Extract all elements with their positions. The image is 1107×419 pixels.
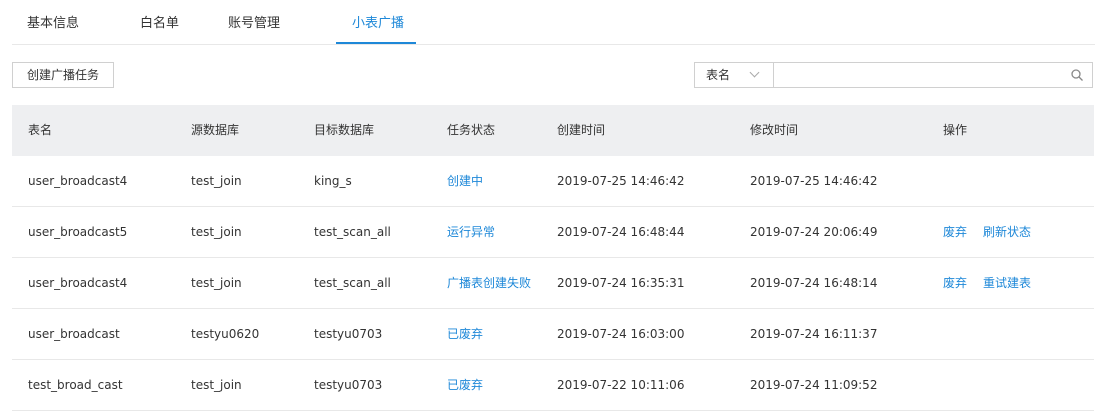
tab-account-management[interactable]: 账号管理 xyxy=(228,0,280,44)
cell-created-time: 2019-07-24 16:48:44 xyxy=(557,225,685,239)
cell-table-name: user_broadcast xyxy=(28,327,120,341)
cell-source-db: testyu0620 xyxy=(191,327,260,341)
create-broadcast-task-button[interactable]: 创建广播任务 xyxy=(12,62,114,88)
cell-modified-time: 2019-07-24 16:48:14 xyxy=(750,276,878,290)
cell-target-db: king_s xyxy=(314,174,352,188)
table-header: 表名 源数据库 目标数据库 任务状态 创建时间 修改时间 操作 xyxy=(12,105,1094,156)
cell-modified-time: 2019-07-25 14:46:42 xyxy=(750,174,878,188)
tab-basic-info[interactable]: 基本信息 xyxy=(27,0,79,44)
cell-task-status: 已废弃 xyxy=(447,327,484,341)
column-header-modified-time: 修改时间 xyxy=(750,123,799,137)
cell-target-db: testyu0703 xyxy=(314,378,383,392)
cell-created-time: 2019-07-22 10:11:06 xyxy=(557,378,685,392)
cell-task-status: 创建中 xyxy=(447,174,484,188)
cell-source-db: test_join xyxy=(191,276,242,290)
cell-created-time: 2019-07-24 16:03:00 xyxy=(557,327,685,341)
cell-source-db: test_join xyxy=(191,174,242,188)
tab-whitelist[interactable]: 白名单 xyxy=(140,0,179,44)
discard-link[interactable]: 废弃 xyxy=(943,258,967,309)
column-header-target-db: 目标数据库 xyxy=(314,123,375,137)
search-input[interactable] xyxy=(775,63,1055,87)
refresh-status-link[interactable]: 刷新状态 xyxy=(983,207,1031,258)
cell-target-db: test_scan_all xyxy=(314,225,391,239)
table-row: user_broadcast4 test_join king_s 创建中 201… xyxy=(12,156,1094,207)
search-icon[interactable] xyxy=(1070,68,1084,82)
cell-table-name: user_broadcast4 xyxy=(28,276,128,290)
cell-task-status: 已废弃 xyxy=(447,378,484,392)
table-row: user_broadcast4 test_join test_scan_all … xyxy=(12,258,1094,309)
search-field-select[interactable]: 表名 xyxy=(695,63,774,87)
cell-source-db: test_join xyxy=(191,378,242,392)
active-tab-indicator xyxy=(336,42,416,44)
tab-small-table-broadcast[interactable]: 小表广播 xyxy=(352,0,404,44)
table-row: user_broadcast5 test_join test_scan_all … xyxy=(12,207,1094,258)
chevron-down-icon xyxy=(749,67,760,78)
column-header-source-db: 源数据库 xyxy=(191,123,240,137)
column-header-actions: 操作 xyxy=(943,123,968,137)
cell-modified-time: 2019-07-24 16:11:37 xyxy=(750,327,878,341)
search-field-label: 表名 xyxy=(706,68,731,82)
table-row: test_broad_cast test_join testyu0703 已废弃… xyxy=(12,360,1094,411)
cell-task-status: 广播表创建失败 xyxy=(447,276,532,290)
column-header-created-time: 创建时间 xyxy=(557,123,606,137)
table-row: user_broadcast testyu0620 testyu0703 已废弃… xyxy=(12,309,1094,360)
cell-task-status: 运行异常 xyxy=(447,225,496,239)
retry-create-table-link[interactable]: 重试建表 xyxy=(983,258,1031,309)
cell-created-time: 2019-07-25 14:46:42 xyxy=(557,174,685,188)
cell-created-time: 2019-07-24 16:35:31 xyxy=(557,276,685,290)
cell-table-name: user_broadcast5 xyxy=(28,225,128,239)
cell-target-db: test_scan_all xyxy=(314,276,391,290)
cell-source-db: test_join xyxy=(191,225,242,239)
cell-modified-time: 2019-07-24 11:09:52 xyxy=(750,378,878,392)
discard-link[interactable]: 废弃 xyxy=(943,207,967,258)
cell-table-name: test_broad_cast xyxy=(28,378,123,392)
column-header-task-status: 任务状态 xyxy=(447,123,496,137)
search-bar: 表名 xyxy=(694,62,1093,88)
tab-bar: 基本信息 白名单 账号管理 小表广播 xyxy=(12,0,1095,45)
column-header-table-name: 表名 xyxy=(28,123,53,137)
cell-target-db: testyu0703 xyxy=(314,327,383,341)
cell-table-name: user_broadcast4 xyxy=(28,174,128,188)
cell-modified-time: 2019-07-24 20:06:49 xyxy=(750,225,878,239)
